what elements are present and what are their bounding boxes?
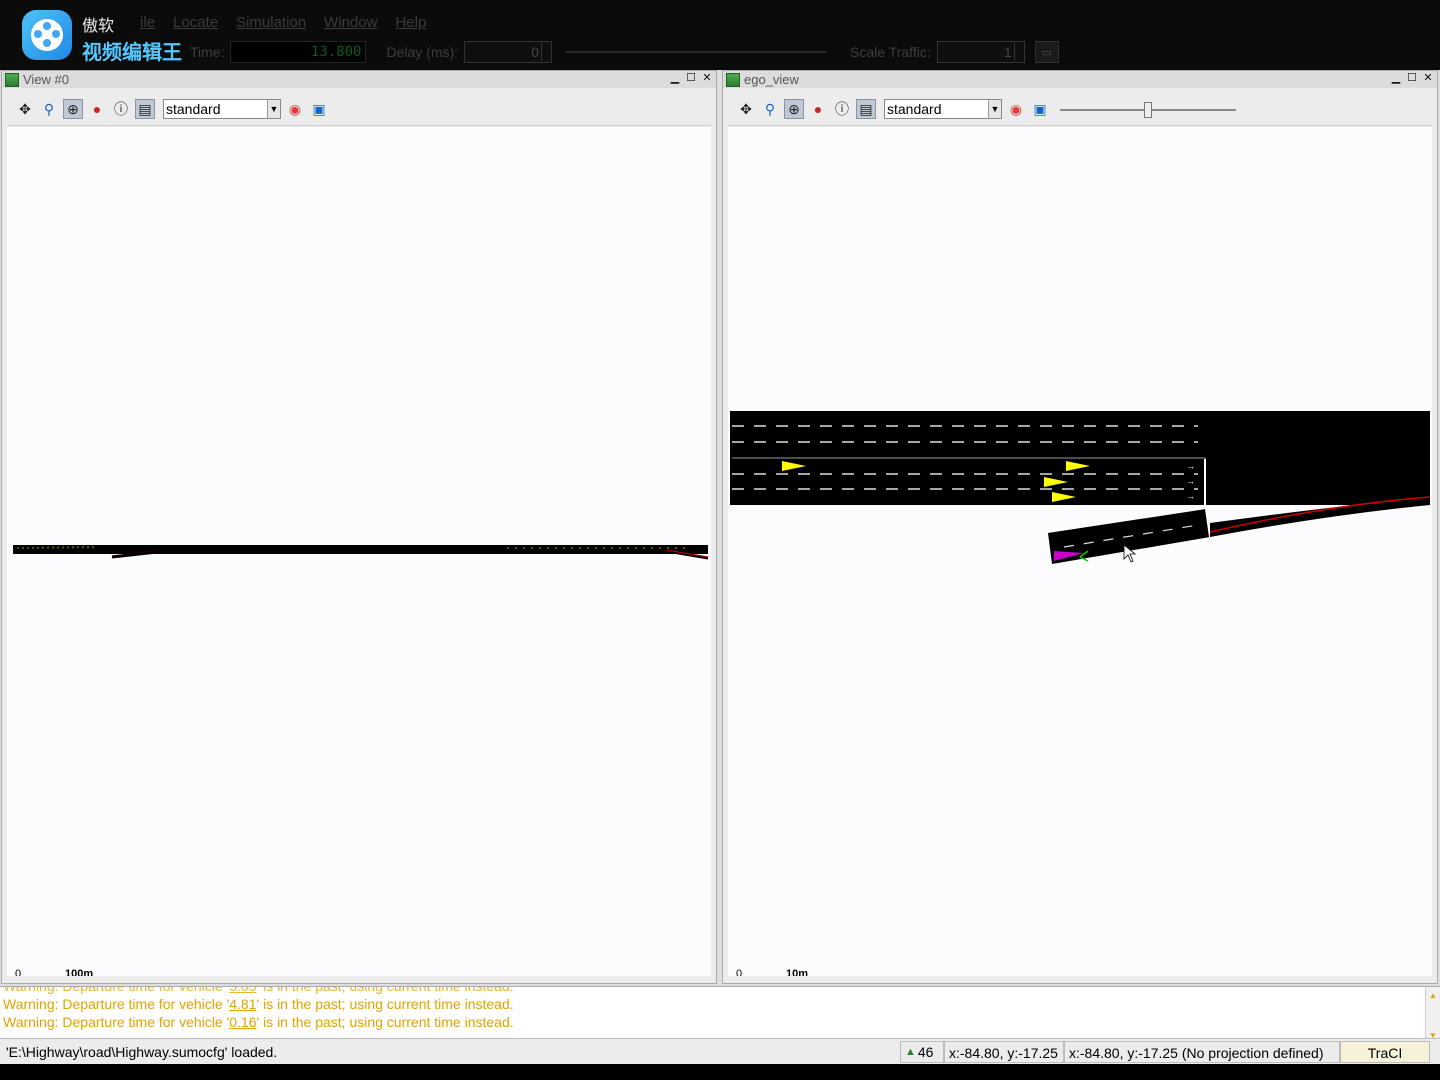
message-text: Warning: Departure time for vehicle ' [3, 986, 230, 994]
ego-view-titlebar[interactable]: ego_view ▁ ☐ ✕ [723, 71, 1437, 88]
delay-slider[interactable] [566, 51, 827, 53]
time-display: 13.800 [230, 41, 367, 63]
locate-vehicle-icon[interactable]: ● [808, 99, 828, 119]
message-line: Warning: Departure time for vehicle '4.8… [0, 995, 1440, 1013]
minimize-icon[interactable]: ▁ [1390, 72, 1402, 85]
track-slider[interactable] [1060, 102, 1236, 118]
edit-settings-icon[interactable]: ▤ [856, 99, 876, 119]
scale-zero: 0 [736, 968, 743, 976]
ego-view-window: ego_view ▁ ☐ ✕ ✥ ⚲ ⊕ ● ⓘ ▤ standard ▼ ◉ … [722, 70, 1438, 984]
status-bar: 'E:\Highway\road\Highway.sumocfg' loaded… [0, 1038, 1440, 1065]
watermark-product: 视频编辑王 [82, 42, 182, 64]
locate-junction-icon[interactable]: ⊕ [784, 99, 804, 119]
ego-view-toolbar: ✥ ⚲ ⊕ ● ⓘ ▤ standard ▼ ◉ ▣ [728, 93, 1432, 126]
scale-length: 100m [65, 968, 94, 976]
ego-network: → → → [730, 411, 1431, 564]
locate-poi-icon[interactable]: ⓘ [111, 99, 131, 119]
screenshot-icon[interactable]: ▣ [1030, 99, 1050, 119]
scroll-up-icon[interactable]: ▲ [1426, 987, 1440, 1005]
cursor-coordinates: x:-84.80, y:-17.25 [944, 1041, 1064, 1063]
network-overview [13, 545, 709, 560]
delay-spinner[interactable] [541, 43, 550, 61]
locate-poi-icon[interactable]: ⓘ [832, 99, 852, 119]
vehicle-count: ▲ 46 [900, 1041, 944, 1063]
locate-junction-icon[interactable]: ⊕ [63, 99, 83, 119]
menu-help[interactable]: Help [395, 14, 426, 36]
zoom-icon[interactable]: ⚲ [39, 99, 59, 119]
recenter-icon[interactable]: ✥ [736, 99, 756, 119]
watermark-brand: 傲软 [82, 18, 115, 35]
color-scheme-value: standard [166, 101, 221, 117]
screen-border [0, 1064, 1440, 1080]
lane-arrow: → [1186, 476, 1195, 486]
vehicle-link[interactable]: 0.16 [229, 1014, 256, 1030]
message-text: ' is in the past; using current time ins… [256, 1014, 514, 1030]
main-view-canvas[interactable]: 0 100m [7, 127, 711, 976]
color-scheme-select[interactable]: standard ▼ [163, 99, 281, 119]
menu-simulation[interactable]: Simulation [236, 14, 306, 36]
film-reel-icon [31, 19, 63, 51]
main-view-titlebar[interactable]: View #0 ▁ ☐ ✕ [2, 71, 716, 88]
geo-coordinates: x:-84.80, y:-17.25 (No projection define… [1064, 1041, 1340, 1063]
highway-road [13, 545, 708, 554]
close-icon[interactable]: ✕ [701, 72, 713, 85]
zoom-icon[interactable]: ⚲ [760, 99, 780, 119]
delay-label: Delay (ms): [386, 44, 459, 60]
scale-traffic-spinner[interactable] [1013, 43, 1023, 61]
main-view-title: View #0 [23, 72, 70, 87]
scale-traffic-value: 1 [1003, 44, 1012, 60]
traci-indicator: TraCI [1340, 1041, 1430, 1063]
minimize-icon[interactable]: ▁ [669, 72, 681, 85]
edit-settings-icon[interactable]: ▤ [135, 99, 155, 119]
message-scrollbar[interactable]: ▲ ▼ [1425, 987, 1440, 1039]
lane-arrow: → [1186, 461, 1195, 471]
color-scheme-select[interactable]: standard ▼ [884, 99, 1002, 119]
menu-window[interactable]: Window [324, 14, 377, 36]
message-text: Warning: Departure time for vehicle ' [3, 1014, 230, 1030]
window-icon [5, 72, 19, 87]
close-icon[interactable]: ✕ [1422, 72, 1434, 85]
locate-vehicle-icon[interactable]: ● [87, 99, 107, 119]
scale-zero: 0 [15, 968, 22, 976]
watermark-logo-icon [22, 10, 72, 60]
car-icon: ▲ [905, 1046, 916, 1058]
chevron-down-icon[interactable]: ▼ [988, 100, 1001, 118]
vehicle-count-value: 46 [917, 1044, 934, 1060]
folder-icon: ▭ [1041, 46, 1052, 59]
simulation-controls: Time: 13.800 Delay (ms): 0 Scale Traffic… [190, 40, 1059, 64]
color-wheel-icon[interactable]: ◉ [1006, 99, 1026, 119]
scale-traffic-field[interactable]: 1 [936, 41, 1025, 63]
vehicle-link[interactable]: 5.05 [229, 987, 256, 994]
vehicle-link[interactable]: 4.81 [229, 996, 256, 1012]
status-message: 'E:\Highway\road\Highway.sumocfg' loaded… [6, 1044, 278, 1060]
mdi-area: View #0 ▁ ☐ ✕ ✥ ⚲ ⊕ ● ⓘ ▤ standard ▼ ◉ ▣ [0, 70, 1440, 986]
color-wheel-icon[interactable]: ◉ [285, 99, 305, 119]
color-scheme-value: standard [887, 101, 942, 117]
maximize-icon[interactable]: ☐ [1406, 72, 1418, 85]
delay-field[interactable]: 0 [464, 41, 553, 63]
watermark: 傲软 视频编辑王 [20, 8, 210, 64]
main-view-window: View #0 ▁ ☐ ✕ ✥ ⚲ ⊕ ● ⓘ ▤ standard ▼ ◉ ▣ [1, 70, 717, 984]
chevron-down-icon[interactable]: ▼ [267, 100, 280, 118]
recenter-icon[interactable]: ✥ [15, 99, 35, 119]
screenshot-icon[interactable]: ▣ [309, 99, 329, 119]
message-text: Warning: Departure time for vehicle ' [3, 996, 230, 1012]
main-view-toolbar: ✥ ⚲ ⊕ ● ⓘ ▤ standard ▼ ◉ ▣ [7, 93, 711, 126]
scale-length: 10m [786, 968, 809, 976]
message-text: ' is in the past; using current time ins… [256, 986, 514, 994]
message-line: Warning: Departure time for vehicle '0.1… [0, 1013, 1440, 1031]
lane-arrow: → [1186, 491, 1195, 501]
ego-view-title: ego_view [744, 72, 799, 87]
scale-traffic-label: Scale Traffic: [850, 44, 931, 60]
ego-view-canvas[interactable]: → → → 0 10m [728, 127, 1432, 976]
message-window: Warning: Departure time for vehicle '5.0… [0, 986, 1440, 1039]
application-toolbar: ile Locate Simulation Window Help Time: … [0, 0, 1440, 70]
message-line: Warning: Departure time for vehicle '5.0… [0, 986, 1440, 995]
message-text: ' is in the past; using current time ins… [256, 996, 514, 1012]
window-icon [726, 72, 740, 87]
open-folder-button[interactable]: ▭ [1034, 41, 1059, 63]
maximize-icon[interactable]: ☐ [685, 72, 697, 85]
delay-value: 0 [531, 44, 540, 60]
